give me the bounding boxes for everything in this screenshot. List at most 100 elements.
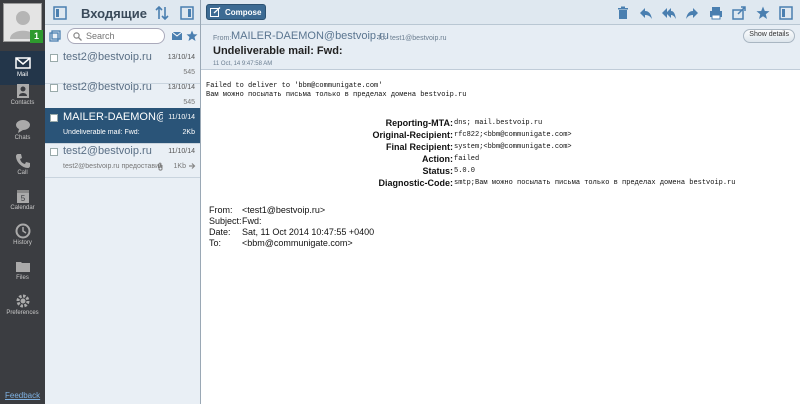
failure-notice: Failed to deliver to 'bbm@communigate.co… xyxy=(206,82,466,100)
header-label: To: xyxy=(209,238,222,248)
message-sender: MAILER-DAEMON@bestvoip.ru xyxy=(63,111,163,123)
feedback-link[interactable]: Feedback xyxy=(5,391,40,400)
header-label: From: xyxy=(209,205,233,215)
dsn-field: Final Recipient: system;<bbm@communigate… xyxy=(201,142,800,154)
nav-files-label: Files xyxy=(16,275,29,281)
from-label: From: xyxy=(213,35,232,42)
split-view-icon[interactable] xyxy=(779,6,793,20)
mail-filter-icon[interactable] xyxy=(171,30,183,42)
dsn-field: Reporting-MTA: dns; mail.bestvoip.ru xyxy=(201,118,800,130)
share-icon[interactable] xyxy=(732,6,746,20)
dsn-label: Original-Recipient: xyxy=(372,130,453,140)
dsn-value: smtp;Вам можно посылать письма только в … xyxy=(454,179,736,187)
sender-address[interactable]: MAILER-DAEMON@bestvoip.ru xyxy=(231,30,389,42)
trash-icon[interactable] xyxy=(616,6,630,20)
nav-chats-label: Chats xyxy=(14,135,31,141)
message-subject: Undeliverable mail: Fwd: xyxy=(63,129,140,136)
print-icon[interactable] xyxy=(709,6,723,20)
header-label: Date: xyxy=(209,227,231,237)
recipient-address[interactable]: test1@bestvoip.ru xyxy=(390,35,447,42)
nav-calendar[interactable]: 5 Calendar xyxy=(0,184,45,218)
contacts-icon xyxy=(16,84,29,98)
star-filter-icon[interactable] xyxy=(186,30,198,42)
forward-icon[interactable] xyxy=(685,6,699,20)
message-subject-title: Undeliverable mail: Fwd: xyxy=(213,45,343,57)
failure-line: Failed to deliver to 'bbm@communigate.co… xyxy=(206,82,383,90)
nav-chats[interactable]: Chats xyxy=(0,114,45,148)
message-checkbox[interactable] xyxy=(50,84,58,92)
nav-preferences-label: Preferences xyxy=(6,310,39,316)
nav-preferences[interactable]: Preferences xyxy=(0,289,45,323)
nav-contacts[interactable]: Contacts xyxy=(0,79,45,113)
sort-icon[interactable] xyxy=(155,6,169,20)
message-reader: Compose From: MAILER-DAEMON@bestvoip.ru … xyxy=(201,0,800,404)
dsn-field: Action: failed xyxy=(201,154,800,166)
reader-toolbar: Compose xyxy=(201,0,800,25)
message-subject: test2@bestvoip.ru предоставил вам доступ xyxy=(63,163,161,170)
message-checkbox[interactable] xyxy=(50,148,58,156)
reply-icon[interactable] xyxy=(639,6,653,20)
folder-title: Входящие xyxy=(81,6,147,21)
message-list-pane: Входящие test2@bestvoip.ru 13/10/14 545 … xyxy=(45,0,201,404)
avatar[interactable]: 1 xyxy=(3,3,43,43)
expand-panel-icon[interactable] xyxy=(180,6,194,20)
dsn-label: Action: xyxy=(422,154,453,164)
message-size: 2Kb xyxy=(182,129,195,136)
message-size: 545 xyxy=(183,69,195,76)
message-row-selected[interactable]: MAILER-DAEMON@bestvoip.ru 11/10/14 Undel… xyxy=(45,108,200,144)
dsn-value: system;<bbm@communigate.com> xyxy=(454,143,572,151)
reply-all-icon[interactable] xyxy=(662,6,676,20)
message-checkbox[interactable] xyxy=(50,54,58,62)
search-row xyxy=(45,25,200,47)
forwarded-icon xyxy=(189,163,196,169)
message-date: 11/10/14 xyxy=(168,114,195,121)
dsn-label: Status: xyxy=(422,166,453,176)
folder-icon xyxy=(15,262,30,272)
message-checkbox[interactable] xyxy=(50,114,58,122)
search-icon xyxy=(73,32,82,41)
list-header: Входящие xyxy=(45,0,200,25)
dsn-field: Original-Recipient: rfc822;<bbm@communig… xyxy=(201,130,800,142)
search-input[interactable] xyxy=(86,31,162,41)
select-all-icon[interactable] xyxy=(49,30,61,42)
nav-history-label: History xyxy=(13,240,32,246)
dsn-value: rfc822;<bbm@communigate.com> xyxy=(454,131,572,139)
message-date: 13/10/14 xyxy=(167,54,195,61)
envelope-icon xyxy=(14,57,31,69)
attachment-icon xyxy=(158,162,163,171)
message-date-stamp: 11 Oct, 14 9:47:58 AM xyxy=(213,61,273,67)
dsn-value: 5.0.0 xyxy=(454,167,476,175)
message-header: From: MAILER-DAEMON@bestvoip.ru To: test… xyxy=(201,25,800,70)
app-sidebar: 1 Mail Contacts Chats Call 5 Calendar Hi… xyxy=(0,0,45,404)
message-size: 1Kb xyxy=(173,163,186,170)
message-row[interactable]: test2@bestvoip.ru 11/10/14 test2@bestvoi… xyxy=(45,142,200,178)
nav-calendar-label: Calendar xyxy=(10,205,35,211)
header-value: <test1@bestvoip.ru> xyxy=(242,205,326,215)
nav-contacts-label: Contacts xyxy=(10,100,35,106)
compose-button[interactable]: Compose xyxy=(206,4,267,20)
message-date: 13/10/14 xyxy=(167,84,195,91)
dsn-label: Reporting-MTA: xyxy=(385,118,453,128)
collapse-panel-icon[interactable] xyxy=(53,6,67,20)
calendar-icon: 5 xyxy=(16,190,29,203)
nav-history[interactable]: History xyxy=(0,219,45,253)
nav-mail-label: Mail xyxy=(16,72,28,78)
search-box[interactable] xyxy=(67,28,165,44)
dsn-field: Diagnostic-Code: smtp;Вам можно посылать… xyxy=(201,178,800,190)
to-label: To: xyxy=(377,35,387,42)
nav-call[interactable]: Call xyxy=(0,149,45,183)
nav-files[interactable]: Files xyxy=(0,254,45,288)
show-details-button[interactable]: Show details xyxy=(743,29,795,43)
nav-call-label: Call xyxy=(17,170,28,176)
dsn-label: Final Recipient: xyxy=(385,142,453,152)
dsn-value: failed xyxy=(454,155,480,163)
dsn-label: Diagnostic-Code: xyxy=(378,178,453,188)
header-label: Subject: xyxy=(209,216,242,226)
gear-icon xyxy=(16,294,29,308)
compose-label: Compose xyxy=(225,8,262,17)
presence-badge: 1 xyxy=(30,30,43,43)
message-sender: test2@bestvoip.ru xyxy=(63,145,152,157)
flag-star-icon[interactable] xyxy=(756,6,770,20)
message-sender: test2@bestvoip.ru xyxy=(63,81,152,93)
message-date: 11/10/14 xyxy=(168,148,195,155)
